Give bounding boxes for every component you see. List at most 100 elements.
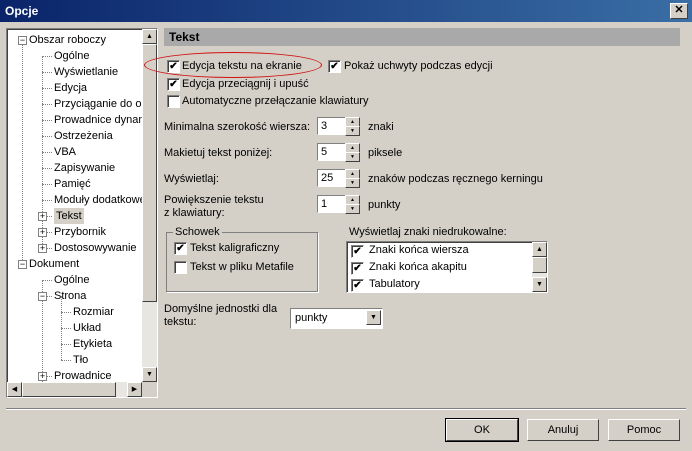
checkmark-icon: ✔ — [169, 61, 178, 72]
checkmark-icon: ✔ — [353, 246, 362, 257]
tree-item[interactable]: Strona — [54, 288, 86, 304]
spin-down-button[interactable]: ▼ — [345, 178, 360, 188]
tree-vertical-scrollbar[interactable]: ▲ ▼ — [142, 29, 157, 382]
tree-item[interactable]: Obszar roboczy — [29, 32, 106, 48]
tree-item[interactable]: Edycja — [54, 80, 87, 96]
expand-icon[interactable]: + — [38, 244, 47, 253]
tree-item[interactable]: VBA — [54, 144, 76, 160]
help-button[interactable]: Pomoc — [608, 419, 680, 441]
zoom-unit: punkty — [368, 199, 401, 211]
units-selected-value: punkty — [295, 312, 328, 324]
spin-down-button[interactable]: ▼ — [345, 126, 360, 136]
collapse-icon[interactable]: − — [18, 36, 27, 45]
tree-item[interactable]: Układ — [73, 320, 101, 336]
tree-connector — [42, 200, 52, 201]
nonprint-item-checkbox[interactable]: ✔ — [351, 279, 364, 292]
auto-keyboard-label: Automatyczne przełączanie klawiatury — [182, 95, 369, 107]
nonprint-item-checkbox[interactable]: ✔ — [351, 245, 364, 258]
tree-item[interactable]: Pamięć — [54, 176, 91, 192]
options-tree[interactable]: − Obszar roboczy Ogólne Wyświetlanie Edycja P… — [6, 28, 158, 398]
tree-content: − Obszar roboczy Ogólne Wyświetlanie Edycja P… — [7, 29, 142, 382]
units-label-line2: tekstu: — [164, 316, 197, 328]
tree-item[interactable]: Moduły dodatkowe — [54, 192, 142, 208]
display-value[interactable]: 25 — [317, 169, 348, 187]
tree-item[interactable]: Wyświetlanie — [54, 64, 118, 80]
tree-horizontal-scrollbar[interactable]: ◀ ▶ — [7, 382, 142, 397]
close-button[interactable]: ✕ — [670, 3, 688, 19]
scroll-up-button[interactable]: ▲ — [142, 29, 157, 44]
checkmark-icon: ✔ — [330, 61, 339, 72]
min-width-value[interactable]: 3 — [317, 117, 348, 135]
scroll-right-button[interactable]: ▶ — [127, 382, 142, 397]
nonprint-list[interactable]: ✔ Znaki końca wiersza ✔ Znaki końca akapitu… — [346, 241, 548, 293]
list-item: Tabulatory — [369, 278, 420, 290]
tree-item[interactable]: Przybornik — [54, 224, 106, 240]
tree-item[interactable]: Dokument — [29, 256, 79, 272]
vertical-scroll-thumb[interactable] — [142, 44, 157, 302]
auto-keyboard-checkbox[interactable] — [167, 95, 180, 108]
expand-icon[interactable]: + — [38, 228, 47, 237]
arrow-down-icon: ▼ — [350, 180, 355, 186]
spin-down-button[interactable]: ▼ — [345, 204, 360, 214]
collapse-icon[interactable]: − — [38, 292, 47, 301]
tree-connector — [42, 104, 52, 105]
nonprint-scrollbar[interactable]: ▲ ▼ — [532, 242, 547, 292]
scroll-up-button[interactable]: ▲ — [532, 242, 547, 257]
tree-item[interactable]: Tekst — [54, 208, 84, 224]
nonprint-item-checkbox[interactable]: ✔ — [351, 262, 364, 275]
show-handles-label: Pokaż uchwyty podczas edycji — [344, 60, 493, 72]
tree-item[interactable]: Etykieta — [73, 336, 112, 352]
units-dropdown[interactable]: punkty ▼ — [290, 308, 383, 329]
tree-item[interactable]: Prowadnice dynam — [54, 112, 142, 128]
tree-item[interactable]: Prowadnice — [54, 368, 111, 382]
tree-item[interactable]: Ogólne — [54, 48, 89, 64]
spin-down-button[interactable]: ▼ — [345, 152, 360, 162]
dropdown-arrow-button[interactable]: ▼ — [366, 310, 381, 325]
tree-item[interactable]: Tło — [73, 352, 88, 368]
min-width-spinner[interactable]: 3 ▲ ▼ — [317, 117, 360, 136]
panel-header: Tekst — [164, 28, 680, 46]
window-title: Opcje — [5, 4, 39, 18]
expand-icon[interactable]: + — [38, 372, 47, 381]
drag-drop-label: Edycja przeciągnij i upuść — [182, 78, 309, 90]
drag-drop-checkbox[interactable]: ✔ — [167, 78, 180, 91]
tree-item[interactable]: Ostrzeżenia — [54, 128, 113, 144]
greek-below-value[interactable]: 5 — [317, 143, 348, 161]
greek-below-label: Makietuj tekst poniżej: — [164, 147, 273, 159]
metafile-checkbox[interactable] — [174, 261, 187, 274]
tree-connector — [42, 184, 52, 185]
tree-item[interactable]: Ogólne — [54, 272, 89, 288]
scroll-down-button[interactable]: ▼ — [142, 367, 157, 382]
ok-button-label: OK — [474, 424, 490, 436]
tree-item[interactable]: Rozmiar — [73, 304, 114, 320]
scroll-left-button[interactable]: ◀ — [7, 382, 22, 397]
display-spinner[interactable]: 25 ▲ ▼ — [317, 169, 360, 188]
title-bar: Opcje ✕ — [0, 0, 692, 22]
tree-item[interactable]: Zapisywanie — [54, 160, 115, 176]
expand-icon[interactable]: + — [38, 212, 47, 221]
help-button-label: Pomoc — [626, 424, 662, 436]
scroll-down-button[interactable]: ▼ — [532, 277, 547, 292]
collapse-icon[interactable]: − — [18, 260, 27, 269]
show-handles-checkbox[interactable]: ✔ — [328, 60, 341, 73]
greek-below-spinner[interactable]: 5 ▲ ▼ — [317, 143, 360, 162]
arrow-up-icon: ▲ — [146, 33, 153, 40]
scroll-corner — [142, 382, 157, 397]
cancel-button[interactable]: Anuluj — [527, 419, 599, 441]
calligraphic-checkbox[interactable]: ✔ — [174, 242, 187, 255]
cancel-button-label: Anuluj — [547, 424, 579, 436]
tree-connector — [61, 328, 71, 329]
display-label: Wyświetlaj: — [164, 173, 219, 185]
horizontal-scroll-thumb[interactable] — [22, 382, 116, 397]
vertical-scroll-thumb[interactable] — [532, 257, 547, 273]
tree-item[interactable]: Dostosowywanie — [54, 240, 137, 256]
arrow-down-icon: ▼ — [146, 371, 153, 378]
zoom-spinner[interactable]: 1 ▲ ▼ — [317, 195, 360, 214]
tree-item[interactable]: Przyciąganie do ob — [54, 96, 142, 112]
footer-separator — [6, 408, 686, 410]
list-item: Znaki końca wiersza — [369, 244, 469, 256]
ok-button[interactable]: OK — [445, 418, 519, 442]
edit-on-screen-checkbox[interactable]: ✔ — [167, 60, 180, 73]
display-unit: znaków podczas ręcznego kerningu — [368, 173, 543, 185]
zoom-value[interactable]: 1 — [317, 195, 348, 213]
